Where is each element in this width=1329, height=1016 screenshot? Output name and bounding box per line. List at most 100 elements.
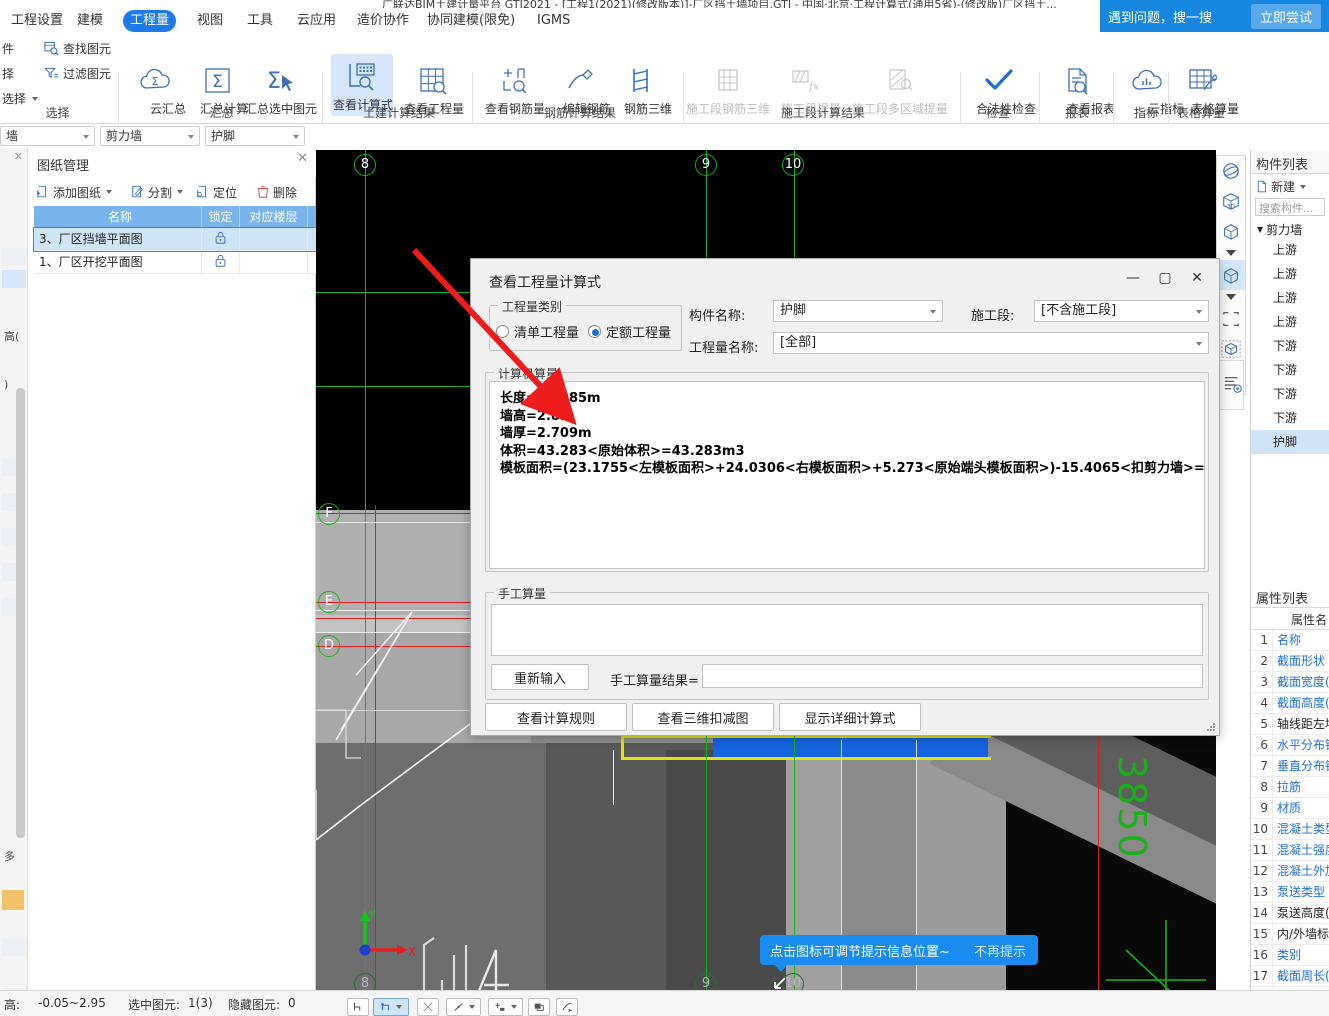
cloud-sum-icon: Σ: [124, 60, 186, 102]
combo-structure-type[interactable]: 墙: [0, 126, 95, 146]
ribbon-cmd-select-label[interactable]: 择: [2, 65, 14, 82]
snap-line-icon[interactable]: [446, 998, 481, 1016]
cube-filled-icon[interactable]: [1217, 260, 1245, 290]
menu-item-modeling[interactable]: 建模: [70, 10, 110, 32]
drawing-panel-close-icon[interactable]: ✕: [297, 151, 308, 166]
minimize-button[interactable]: —: [1119, 267, 1147, 289]
manual-result-label: 手工算量结果=: [610, 674, 699, 689]
ribbon-cmd-component[interactable]: 件: [2, 40, 14, 57]
lock-icon[interactable]: [202, 228, 240, 250]
formula-display[interactable]: 长度=8.2085m 墙高=2.8m 墙厚=2.709m 体积=43.283<原…: [489, 381, 1205, 569]
component-tree-root[interactable]: ▼ 剪力墙: [1251, 218, 1329, 238]
table-row[interactable]: 3、厂区挡墙平面图: [33, 227, 317, 252]
table-row[interactable]: 11 混凝土强度: [1251, 840, 1329, 861]
left-rail-cell-2[interactable]: [2, 270, 26, 288]
component-item-4[interactable]: 下游: [1251, 334, 1329, 358]
menu-item-view[interactable]: 视图: [190, 10, 230, 32]
left-rail-cell-1[interactable]: [2, 248, 26, 266]
component-item-7[interactable]: 下游: [1251, 406, 1329, 430]
table-row[interactable]: 7 垂直分布钢: [1251, 756, 1329, 777]
radio-list-quantity[interactable]: 清单工程量: [496, 322, 579, 341]
delete-drawing-button[interactable]: 删除: [256, 182, 297, 202]
table-row[interactable]: 17 截面周长(: [1251, 966, 1329, 987]
close-button[interactable]: ✕: [1183, 267, 1211, 289]
component-item-1[interactable]: 上游: [1251, 262, 1329, 286]
table-row[interactable]: 14 泵送高度(: [1251, 903, 1329, 924]
dialog-resize-handle[interactable]: [1206, 722, 1216, 732]
ribbon-cmd-find-element[interactable]: 查找图元: [44, 40, 111, 57]
table-row[interactable]: 5 轴线距左墙: [1251, 714, 1329, 735]
table-row[interactable]: 8 拉筋: [1251, 777, 1329, 798]
show-detail-formula-button[interactable]: 显示详细计算式: [779, 703, 921, 731]
snap-intersect-icon[interactable]: [417, 998, 439, 1016]
caret-down-icon[interactable]: [1217, 246, 1245, 260]
table-row[interactable]: 1 名称: [1251, 630, 1329, 651]
promo-try-button[interactable]: 立即尝试: [1250, 3, 1321, 29]
table-row[interactable]: 10 混凝土类型: [1251, 819, 1329, 840]
component-item-3[interactable]: 上游: [1251, 310, 1329, 334]
snap-arc-icon[interactable]: [556, 998, 578, 1016]
table-row[interactable]: 13 泵送类型: [1251, 882, 1329, 903]
snap-screen-icon[interactable]: [528, 998, 550, 1016]
orbit-icon[interactable]: [1217, 156, 1245, 186]
radio-quota-quantity[interactable]: 定额工程量: [588, 322, 671, 341]
split-drawing-button[interactable]: 分割: [131, 182, 184, 202]
tooltip-anchor-icon[interactable]: [771, 974, 793, 990]
quantity-name-combo[interactable]: [全部]: [773, 332, 1209, 354]
table-row[interactable]: 9 材质: [1251, 798, 1329, 819]
component-new-button[interactable]: 新建: [1251, 174, 1329, 196]
left-rail-cell-8[interactable]: [2, 938, 26, 956]
table-row[interactable]: 2 截面形状: [1251, 651, 1329, 672]
menu-item-project-settings[interactable]: 工程设置: [4, 10, 70, 32]
combo-wall-type[interactable]: 剪力墙: [100, 126, 200, 146]
menu-item-collab-modeling[interactable]: 协同建模(限免): [420, 10, 522, 32]
menu-item-quantity[interactable]: 工程量: [123, 10, 177, 32]
menu-item-cost-collab[interactable]: 造价协作: [350, 10, 416, 32]
search-component-input[interactable]: 搜索构件...: [1255, 198, 1325, 216]
table-row[interactable]: 3 截面宽度(: [1251, 672, 1329, 693]
lock-icon[interactable]: [202, 251, 240, 273]
dashed-box-icon[interactable]: [1217, 304, 1245, 334]
combo-component-name[interactable]: 护脚: [205, 126, 305, 146]
left-rail-close-icon[interactable]: ✕: [14, 150, 23, 163]
table-row[interactable]: 12 混凝土外加: [1251, 861, 1329, 882]
snap-box-icon[interactable]: [373, 998, 409, 1016]
snap-endpoint-icon[interactable]: [347, 998, 369, 1016]
component-item-6[interactable]: 下游: [1251, 382, 1329, 406]
ribbon-cmd-filter-element[interactable]: 过滤图元: [44, 65, 111, 82]
maximize-button[interactable]: ▢: [1151, 267, 1179, 289]
view-3d-deduction-button[interactable]: 查看三维扣减图: [632, 703, 774, 731]
add-drawing-button[interactable]: 添加图纸: [36, 182, 113, 202]
formula-line-1: 长度=8.2085m: [500, 391, 601, 406]
left-rail-scrollbar[interactable]: [16, 388, 25, 838]
component-item-0[interactable]: 上游: [1251, 238, 1329, 262]
ribbon-group-label-report: 报表: [1064, 106, 1089, 120]
locate-drawing-button[interactable]: 定位: [196, 182, 237, 202]
table-row[interactable]: 6 水平分布钢: [1251, 735, 1329, 756]
section-combo[interactable]: [不含施工段]: [1034, 300, 1209, 322]
manual-result-input[interactable]: [702, 664, 1203, 688]
list-eye-icon[interactable]: [1219, 361, 1247, 409]
table-row[interactable]: 16 类别: [1251, 945, 1329, 966]
component-item-5[interactable]: 下游: [1251, 358, 1329, 382]
left-rail-cell-highlight[interactable]: [2, 890, 24, 910]
cube-icon[interactable]: [1217, 216, 1245, 246]
view-calc-rules-button[interactable]: 查看计算规则: [485, 703, 627, 731]
tooltip-dismiss-button[interactable]: 不再提示: [974, 941, 1026, 960]
canvas-tooltip[interactable]: 点击图标可调节提示信息位置~ 不再提示: [760, 935, 1038, 972]
manual-input-textarea[interactable]: [491, 604, 1203, 656]
reinput-button[interactable]: 重新输入: [491, 664, 589, 690]
menu-item-tools[interactable]: 工具: [240, 10, 280, 32]
prop-name-1: 名称: [1277, 633, 1302, 647]
table-row[interactable]: 15 内/外墙标: [1251, 924, 1329, 945]
menu-item-cloud-apps[interactable]: 云应用: [290, 10, 343, 32]
cube-3d-icon[interactable]: 3D: [1217, 186, 1245, 216]
component-item-2[interactable]: 上游: [1251, 286, 1329, 310]
component-item-8[interactable]: 护脚: [1251, 430, 1329, 454]
table-row[interactable]: 1、厂区开挖平面图: [34, 251, 316, 274]
table-row[interactable]: 4 截面高度(: [1251, 693, 1329, 714]
menu-item-igms[interactable]: IGMS: [530, 10, 577, 32]
caret-down-2-icon[interactable]: [1217, 290, 1245, 304]
snap-plus-icon[interactable]: [488, 998, 523, 1016]
component-name-combo[interactable]: 护脚: [773, 300, 943, 322]
